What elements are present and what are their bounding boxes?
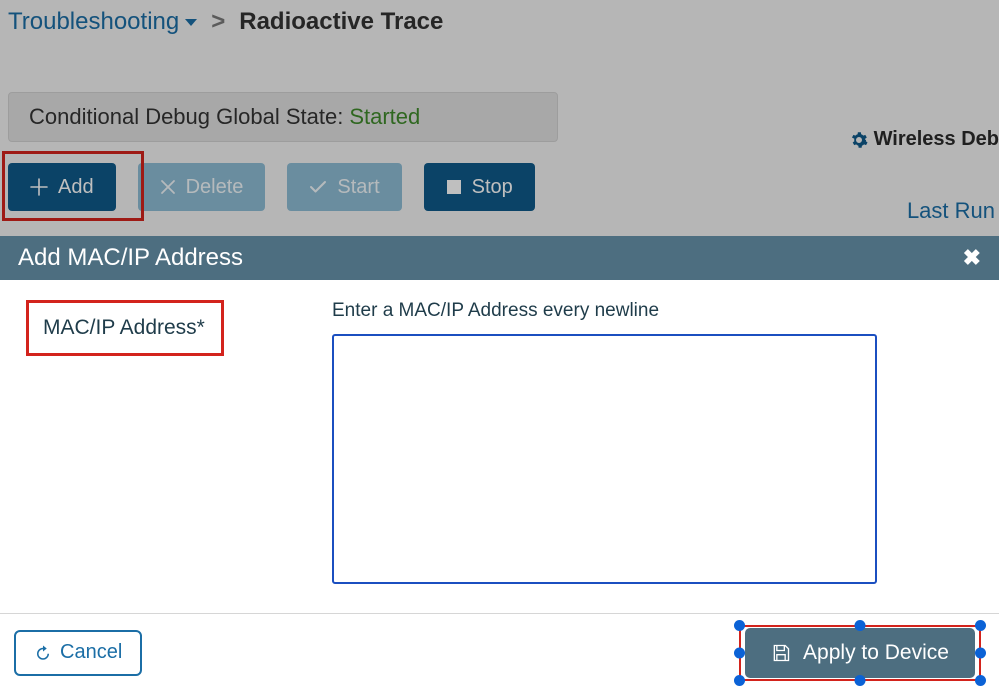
modal-body: MAC/IP Address* Enter a MAC/IP Address e… (0, 280, 999, 613)
apply-button-selection: Apply to Device (735, 623, 985, 683)
mac-ip-hint: Enter a MAC/IP Address every newline (332, 300, 882, 322)
cancel-button-label: Cancel (60, 641, 122, 664)
apply-button-label: Apply to Device (803, 641, 949, 665)
apply-button[interactable]: Apply to Device (745, 628, 975, 678)
mac-ip-textarea[interactable] (332, 334, 877, 584)
modal-header: Add MAC/IP Address ✖ (0, 236, 999, 280)
close-icon[interactable]: ✖ (963, 245, 981, 271)
selection-handle (734, 675, 745, 686)
selection-handle (975, 620, 986, 631)
mac-ip-field-label: MAC/IP Address* (43, 316, 205, 340)
selection-handle (855, 620, 866, 631)
modal-footer: Cancel Apply to Device (0, 613, 999, 691)
selection-handle (734, 647, 745, 658)
selection-handle (975, 675, 986, 686)
undo-icon (34, 644, 52, 662)
selection-handle (855, 675, 866, 686)
save-icon (771, 643, 791, 663)
selection-handle (975, 647, 986, 658)
modal-dim-overlay (0, 0, 999, 236)
field-label-highlight: MAC/IP Address* (26, 300, 224, 356)
modal-title: Add MAC/IP Address (18, 244, 243, 272)
selection-handle (734, 620, 745, 631)
cancel-button[interactable]: Cancel (14, 630, 142, 676)
